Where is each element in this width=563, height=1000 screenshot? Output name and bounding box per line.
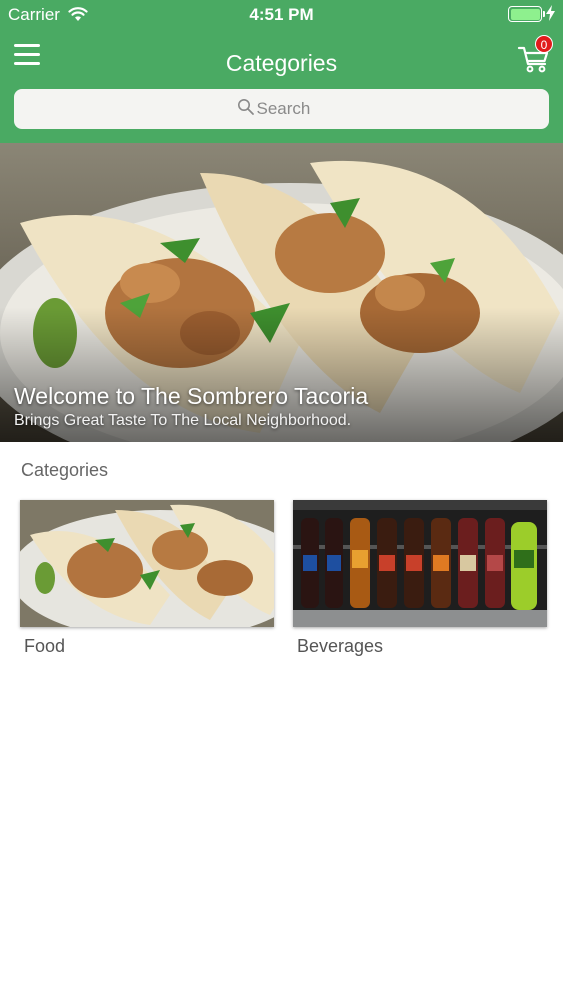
beverages-category-image bbox=[293, 500, 547, 627]
battery-level bbox=[510, 8, 540, 20]
page-title: Categories bbox=[225, 50, 338, 76]
category-label-beverages: Beverages bbox=[297, 636, 384, 656]
hero-title: Welcome to The Sombrero Tacoria bbox=[14, 383, 369, 409]
cart-count-badge: 0 bbox=[535, 35, 553, 53]
categories-heading: Categories bbox=[21, 460, 109, 480]
status-bar: Carrier 4:51 PM bbox=[0, 0, 563, 30]
app-header: Carrier 4:51 PM Categories 0 Search bbox=[0, 0, 563, 143]
food-category-image bbox=[20, 500, 274, 627]
category-card-food[interactable]: Food bbox=[20, 500, 274, 657]
nav-bar: Categories bbox=[0, 30, 563, 88]
search-bar[interactable] bbox=[14, 89, 549, 129]
status-time: 4:51 PM bbox=[249, 5, 314, 24]
category-card-beverages[interactable]: Beverages bbox=[293, 500, 547, 657]
category-label-food: Food bbox=[24, 636, 66, 656]
search-icon bbox=[237, 98, 255, 121]
hero-banner: Welcome to The Sombrero Tacoria Brings G… bbox=[0, 143, 563, 442]
bolt-icon bbox=[546, 5, 555, 26]
battery-icon bbox=[508, 6, 545, 22]
hero-subtitle: Brings Great Taste To The Local Neighbor… bbox=[14, 412, 352, 429]
search-input[interactable] bbox=[256, 99, 327, 119]
